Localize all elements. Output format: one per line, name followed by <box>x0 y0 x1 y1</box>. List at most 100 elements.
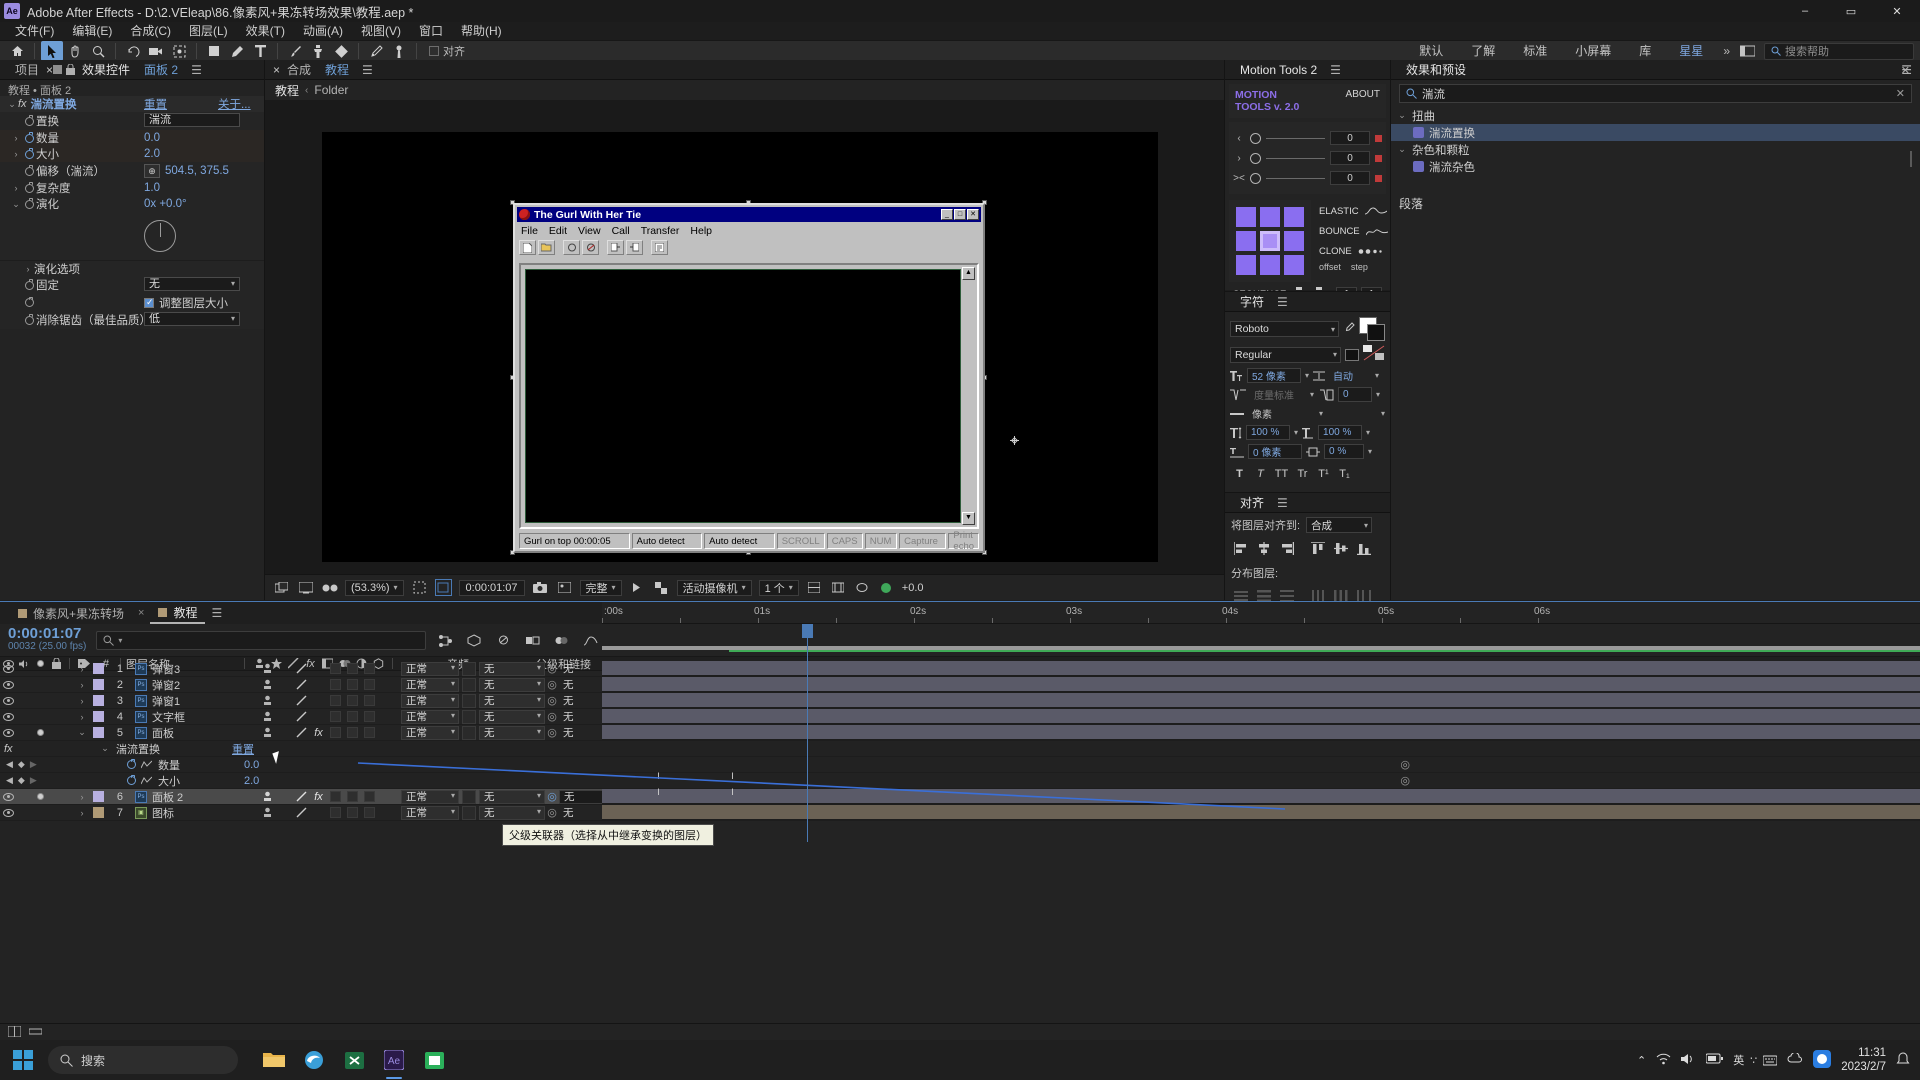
video-toggle[interactable] <box>0 680 16 689</box>
mask-view-icon[interactable] <box>854 579 871 596</box>
phone-icon[interactable] <box>563 240 580 255</box>
quality-select[interactable]: 完整 ▾ <box>579 579 622 596</box>
clone-button[interactable]: CLONE <box>1319 246 1388 257</box>
chevron-down-icon[interactable]: ▾ <box>1381 409 1385 418</box>
property-value[interactable]: 1.0 <box>144 182 160 194</box>
draft-3d-icon[interactable] <box>465 631 484 650</box>
three-d-toggle[interactable] <box>378 677 395 693</box>
anchor-point-icon[interactable]: ⊕ <box>144 164 160 178</box>
always-preview-icon[interactable] <box>273 579 290 596</box>
shy-toggle[interactable] <box>259 677 276 693</box>
comp-mini-flowchart-icon[interactable] <box>436 631 455 650</box>
expand-icon[interactable]: › <box>22 264 34 274</box>
taskbar-excel-icon[interactable] <box>338 1044 370 1076</box>
slider-track[interactable] <box>1266 157 1325 159</box>
retro-close-button[interactable]: ✕ <box>967 209 979 220</box>
chevron-down-icon[interactable]: ▾ <box>1305 371 1309 380</box>
retro-window-layer[interactable]: The Gurl With Her Tie _ □ ✕ File Edit Vi… <box>513 203 985 553</box>
slider-value[interactable]: 0 <box>1330 151 1370 165</box>
menu-animation[interactable]: 动画(A) <box>294 22 352 40</box>
effects-toggle[interactable] <box>310 677 327 693</box>
clone-stamp-icon[interactable] <box>307 41 329 61</box>
motion-blur-toggle[interactable] <box>344 693 361 709</box>
frame-blend-toggle[interactable] <box>327 725 344 741</box>
kerning-field[interactable]: 度量标准 <box>1250 387 1306 402</box>
frame-blend-toggle[interactable] <box>327 805 344 821</box>
label-swatch[interactable] <box>89 791 107 802</box>
chevron-down-icon[interactable]: ▾ <box>1294 428 1298 437</box>
panel-square-icon[interactable] <box>1910 151 1912 167</box>
anchor-cell-bc[interactable] <box>1260 255 1280 275</box>
property-label[interactable]: 大小 <box>154 773 244 789</box>
label-swatch[interactable] <box>89 679 107 690</box>
track-matte-select[interactable]: 无 ▾ <box>479 789 545 804</box>
expand-layer-icon[interactable]: › <box>75 712 89 722</box>
effect-item-turbulent-displace[interactable]: 湍流置换 <box>1391 124 1920 141</box>
receive-icon[interactable] <box>626 240 643 255</box>
property-row[interactable]: ◀ ◆ ▶ 大小 2.0 ◎ <box>0 773 1920 789</box>
parent-pickwhip-icon[interactable]: ◎ <box>545 790 559 803</box>
delete-icon[interactable] <box>1375 174 1382 182</box>
bounce-button[interactable]: BOUNCE <box>1319 226 1388 237</box>
menu-layer[interactable]: 图层(L) <box>180 22 237 40</box>
align-center-v-icon[interactable] <box>1333 541 1348 555</box>
tray-battery-icon[interactable] <box>1705 1053 1724 1067</box>
retro-menu-call[interactable]: Call <box>612 225 630 237</box>
next-keyframe-icon[interactable]: ▶ <box>30 759 37 770</box>
property-value[interactable]: 0.0 <box>244 759 259 771</box>
align-right-icon[interactable] <box>1279 541 1294 555</box>
shy-toggle[interactable] <box>259 661 276 677</box>
exposure-value[interactable]: +0.0 <box>902 582 924 594</box>
chevron-down-icon[interactable]: ▾ <box>1366 428 1370 437</box>
video-toggle[interactable] <box>0 808 16 817</box>
tab-close-icon[interactable]: × <box>46 63 53 77</box>
font-family-select[interactable]: Roboto ▾ <box>1230 321 1339 337</box>
stopwatch-icon[interactable] <box>22 296 36 307</box>
collapse-effect-icon[interactable]: ⌄ <box>98 743 112 754</box>
workspace-overflow-icon[interactable]: » <box>1717 44 1736 58</box>
next-keyframe-icon[interactable]: ▶ <box>30 775 37 786</box>
vertical-scale-field[interactable]: 100 % <box>1246 425 1290 440</box>
stopwatch-icon[interactable] <box>22 165 36 176</box>
delete-icon[interactable] <box>1375 134 1382 142</box>
blend-mode-select[interactable]: 正常 ▾ <box>401 693 459 708</box>
taskbar-edge-icon[interactable] <box>298 1044 330 1076</box>
retro-menu-file[interactable]: File <box>521 225 538 237</box>
chevron-down-icon[interactable]: ⌄ <box>1397 110 1407 121</box>
slider-row-out[interactable]: › 0 <box>1233 148 1382 168</box>
collapse-toggle[interactable] <box>276 709 293 725</box>
color-swatches[interactable] <box>1359 317 1385 341</box>
paragraph-section-label[interactable]: 段落 <box>1391 189 1920 212</box>
three-d-toggle[interactable] <box>378 661 395 677</box>
track-matte-select[interactable]: 无 ▾ <box>479 661 545 676</box>
track-matte-select[interactable]: 无 ▾ <box>479 725 545 740</box>
graph-icon[interactable] <box>138 760 154 769</box>
snapshot-camera-icon[interactable] <box>532 579 549 596</box>
selection-tool-icon[interactable] <box>41 41 63 61</box>
video-toggle[interactable] <box>0 712 16 721</box>
effects-extra-button[interactable] <box>1910 151 1912 167</box>
angle-dial[interactable] <box>144 220 176 252</box>
renderer-icon[interactable] <box>878 579 895 596</box>
collapse-toggle[interactable] <box>276 661 293 677</box>
stopwatch-icon[interactable] <box>22 115 36 126</box>
current-time-indicator[interactable] <box>802 624 813 842</box>
effects-toggle[interactable] <box>310 661 327 677</box>
video-toggle[interactable] <box>0 696 16 705</box>
shy-toggle[interactable] <box>259 725 276 741</box>
adjustment-toggle[interactable] <box>361 693 378 709</box>
timeline-search-input[interactable]: ▾ <box>96 630 427 650</box>
track-matte-box[interactable] <box>462 805 476 820</box>
arrow-left-icon[interactable]: ‹ <box>1233 133 1245 144</box>
adjustment-toggle[interactable] <box>361 789 378 805</box>
scroll-up-icon[interactable]: ▲ <box>962 267 975 280</box>
effects-group-distort[interactable]: ⌄ 扭曲 <box>1391 107 1920 124</box>
expand-layer-icon[interactable]: › <box>75 680 89 690</box>
taskbar-search-box[interactable]: 搜索 <box>48 1046 238 1074</box>
parent-pickwhip-icon[interactable]: ◎ <box>1400 758 1410 771</box>
layer-name[interactable]: 文字框 <box>152 709 185 725</box>
offset-point-control[interactable]: ⊕ 504.5, 375.5 <box>144 164 229 178</box>
frame-blend-toggle[interactable] <box>327 661 344 677</box>
tab-effects-presets[interactable]: 效果和预设 <box>1399 60 1473 80</box>
chevron-down-icon[interactable]: ▾ <box>1310 390 1314 399</box>
